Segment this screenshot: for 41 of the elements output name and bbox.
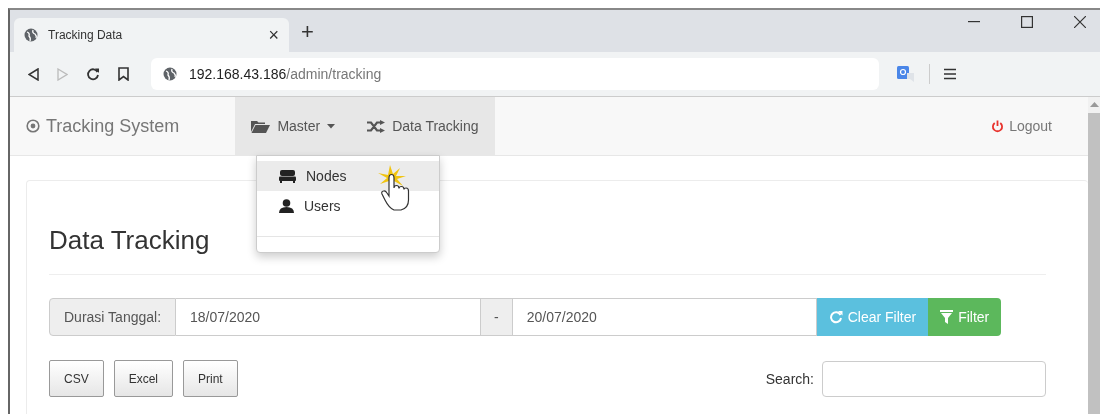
menu-item[interactable]: Nodes	[257, 161, 439, 191]
export-button[interactable]: Print	[183, 360, 238, 397]
search-field[interactable]	[822, 360, 1046, 397]
tab-title: Tracking Data	[48, 28, 124, 42]
globe-icon	[24, 28, 38, 42]
power-icon	[991, 119, 1005, 133]
address-field[interactable]: 192.168.43.186/admin/tracking	[151, 58, 879, 90]
close-icon[interactable]	[1074, 16, 1086, 28]
logout-link[interactable]: Logout	[991, 118, 1088, 134]
scrollbar[interactable]	[1088, 97, 1100, 414]
reload-icon[interactable]	[86, 67, 100, 81]
date-separator: -	[481, 298, 512, 336]
new-tab-button[interactable]: +	[301, 19, 314, 45]
export-button[interactable]: CSV	[49, 360, 104, 397]
close-tab-button[interactable]: ×	[268, 24, 279, 46]
menu-item[interactable]: Users	[257, 191, 439, 221]
search-label: Search:	[765, 370, 814, 387]
globe-icon	[163, 67, 177, 81]
refresh-icon	[828, 310, 843, 324]
page-title: Data Tracking	[49, 225, 211, 256]
nav-item[interactable]: Data Tracking	[351, 97, 495, 155]
back-icon[interactable]	[28, 67, 39, 81]
user-icon	[279, 199, 294, 213]
folder-icon	[251, 119, 271, 133]
translate-icon[interactable]	[897, 65, 915, 83]
nav-item[interactable]: Master	[235, 97, 352, 155]
maximize-icon[interactable]	[1021, 16, 1033, 28]
bookmark-icon[interactable]	[118, 67, 129, 81]
menu-icon[interactable]	[944, 68, 956, 80]
filter-icon	[940, 310, 954, 324]
browser-tab[interactable]: Tracking Data ×	[14, 18, 289, 52]
target-icon	[26, 119, 40, 133]
date-range-label: Durasi Tanggal:	[49, 298, 177, 336]
start-date-field[interactable]: 18/07/2020	[176, 298, 482, 336]
caret-down-icon	[327, 123, 336, 129]
brand-link[interactable]: Tracking System	[10, 115, 236, 137]
shuffle-icon	[367, 119, 386, 133]
bed-icon	[279, 169, 296, 183]
end-date-field[interactable]: 20/07/2020	[511, 298, 817, 336]
export-button[interactable]: Excel	[113, 360, 174, 397]
minimize-icon[interactable]	[968, 21, 980, 23]
